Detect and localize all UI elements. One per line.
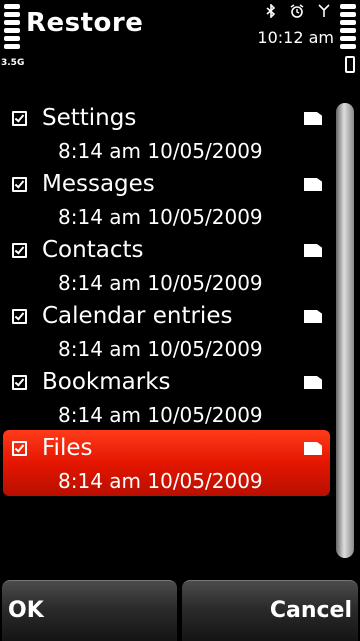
list-item-bookmarks[interactable]: Bookmarks 8:14 am 10/05/2009 [0, 364, 334, 430]
battery-level-icon [340, 4, 356, 52]
list-item-settings[interactable]: Settings 8:14 am 10/05/2009 [0, 100, 334, 166]
antenna-icon [318, 4, 330, 17]
cancel-button-label: Cancel [269, 598, 352, 623]
list-item-messages[interactable]: Messages 8:14 am 10/05/2009 [0, 166, 334, 232]
list-item-contacts[interactable]: Contacts 8:14 am 10/05/2009 [0, 232, 334, 298]
cancel-button[interactable]: Cancel [182, 580, 358, 641]
list-item-files[interactable]: Files 8:14 am 10/05/2009 [3, 430, 330, 496]
restore-list: Settings 8:14 am 10/05/2009 Messages 8:1… [0, 100, 334, 496]
item-date: 8:14 am 10/05/2009 [58, 469, 263, 493]
network-type-label: 3.5G [1, 58, 25, 68]
checkbox-checked-icon[interactable] [12, 177, 27, 192]
item-date: 8:14 am 10/05/2009 [58, 403, 263, 427]
memory-card-icon [304, 310, 322, 323]
item-name: Files [42, 435, 93, 461]
memory-card-icon [304, 442, 322, 455]
item-name: Calendar entries [42, 303, 233, 329]
ok-button[interactable]: OK [2, 580, 177, 641]
memory-card-icon [304, 376, 322, 389]
checkbox-checked-icon[interactable] [12, 309, 27, 324]
clock: 10:12 am [257, 28, 334, 47]
bluetooth-icon [266, 4, 276, 18]
checkbox-checked-icon[interactable] [12, 111, 27, 126]
checkbox-checked-icon[interactable] [12, 441, 27, 456]
item-name: Contacts [42, 237, 144, 263]
item-date: 8:14 am 10/05/2009 [58, 271, 263, 295]
checkbox-checked-icon[interactable] [12, 375, 27, 390]
item-name: Settings [42, 105, 137, 131]
item-date: 8:14 am 10/05/2009 [58, 139, 263, 163]
battery-icon [345, 56, 355, 73]
item-name: Messages [42, 171, 155, 197]
memory-card-icon [304, 244, 322, 257]
memory-card-icon [304, 178, 322, 191]
status-icons [266, 4, 330, 18]
ok-button-label: OK [8, 598, 44, 623]
list-item-calendar-entries[interactable]: Calendar entries 8:14 am 10/05/2009 [0, 298, 334, 364]
item-name: Bookmarks [42, 369, 171, 395]
scrollbar[interactable] [336, 103, 354, 558]
memory-card-icon [304, 112, 322, 125]
item-date: 8:14 am 10/05/2009 [58, 205, 263, 229]
scrollbar-thumb[interactable] [336, 103, 354, 558]
signal-strength-icon [4, 4, 20, 52]
page-title: Restore [26, 8, 144, 38]
item-date: 8:14 am 10/05/2009 [58, 337, 263, 361]
alarm-icon [290, 4, 304, 18]
checkbox-checked-icon[interactable] [12, 243, 27, 258]
